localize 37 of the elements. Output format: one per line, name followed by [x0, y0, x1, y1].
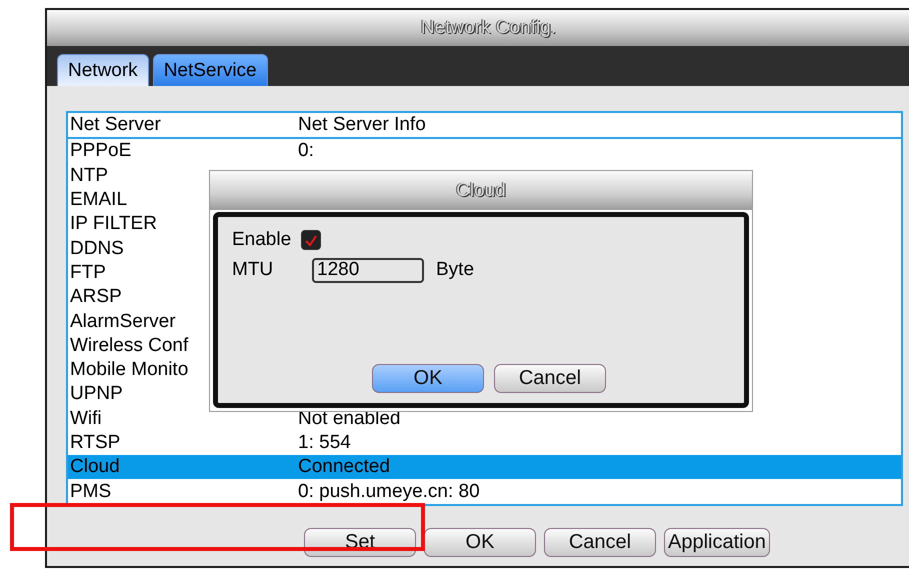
table-cell: RTSP [70, 432, 120, 454]
enable-label: Enable [232, 229, 292, 251]
table-cell: 1: 554 [298, 432, 351, 454]
table-cell: UPNP [70, 383, 123, 406]
tab[interactable]: NetService [152, 54, 268, 86]
column-header: Net Server Info [298, 114, 426, 136]
column-header: Net Server [70, 114, 161, 136]
table-cell: Connected [298, 456, 390, 478]
action-button[interactable]: OK [424, 528, 536, 557]
enable-checkbox[interactable] [301, 230, 322, 250]
table-cell: Mobile Monito [70, 359, 188, 382]
table-cell: FTP [70, 262, 106, 284]
table-cell: Wireless Conf [70, 334, 188, 357]
dialog-button[interactable]: OK [372, 364, 484, 393]
tab[interactable]: Network [57, 54, 149, 86]
table-cell: ARSP [70, 286, 122, 308]
table-cell: PMS [70, 480, 112, 503]
selected-table-row[interactable]: Cloud Connected [68, 455, 901, 480]
action-button[interactable]: Application [664, 528, 770, 557]
table-cell: Not enabled [298, 408, 400, 430]
table-cell: Wifi [70, 408, 102, 430]
table-cell: AlarmServer [70, 310, 176, 333]
window-title: Network Config. [420, 17, 556, 39]
unit-label: Byte [436, 259, 474, 281]
table-cell: EMAIL [70, 189, 128, 212]
table-cell: NTP [70, 164, 108, 187]
mtu-label: MTU [232, 259, 274, 281]
table-cell: 0: push.umeye.cn: 80 [298, 480, 480, 503]
table-cell: DDNS [70, 238, 124, 260]
action-button[interactable]: Cancel [544, 528, 656, 557]
table-cell: Cloud [70, 456, 120, 478]
mtu-input[interactable]: 1280 [312, 258, 424, 282]
table-cell: 0: [298, 140, 314, 162]
table-cell: PPPoE [70, 140, 132, 162]
dialog-button[interactable]: Cancel [494, 364, 606, 393]
dialog-title: Cloud [456, 180, 506, 202]
table-cell: IP FILTER [70, 213, 157, 236]
